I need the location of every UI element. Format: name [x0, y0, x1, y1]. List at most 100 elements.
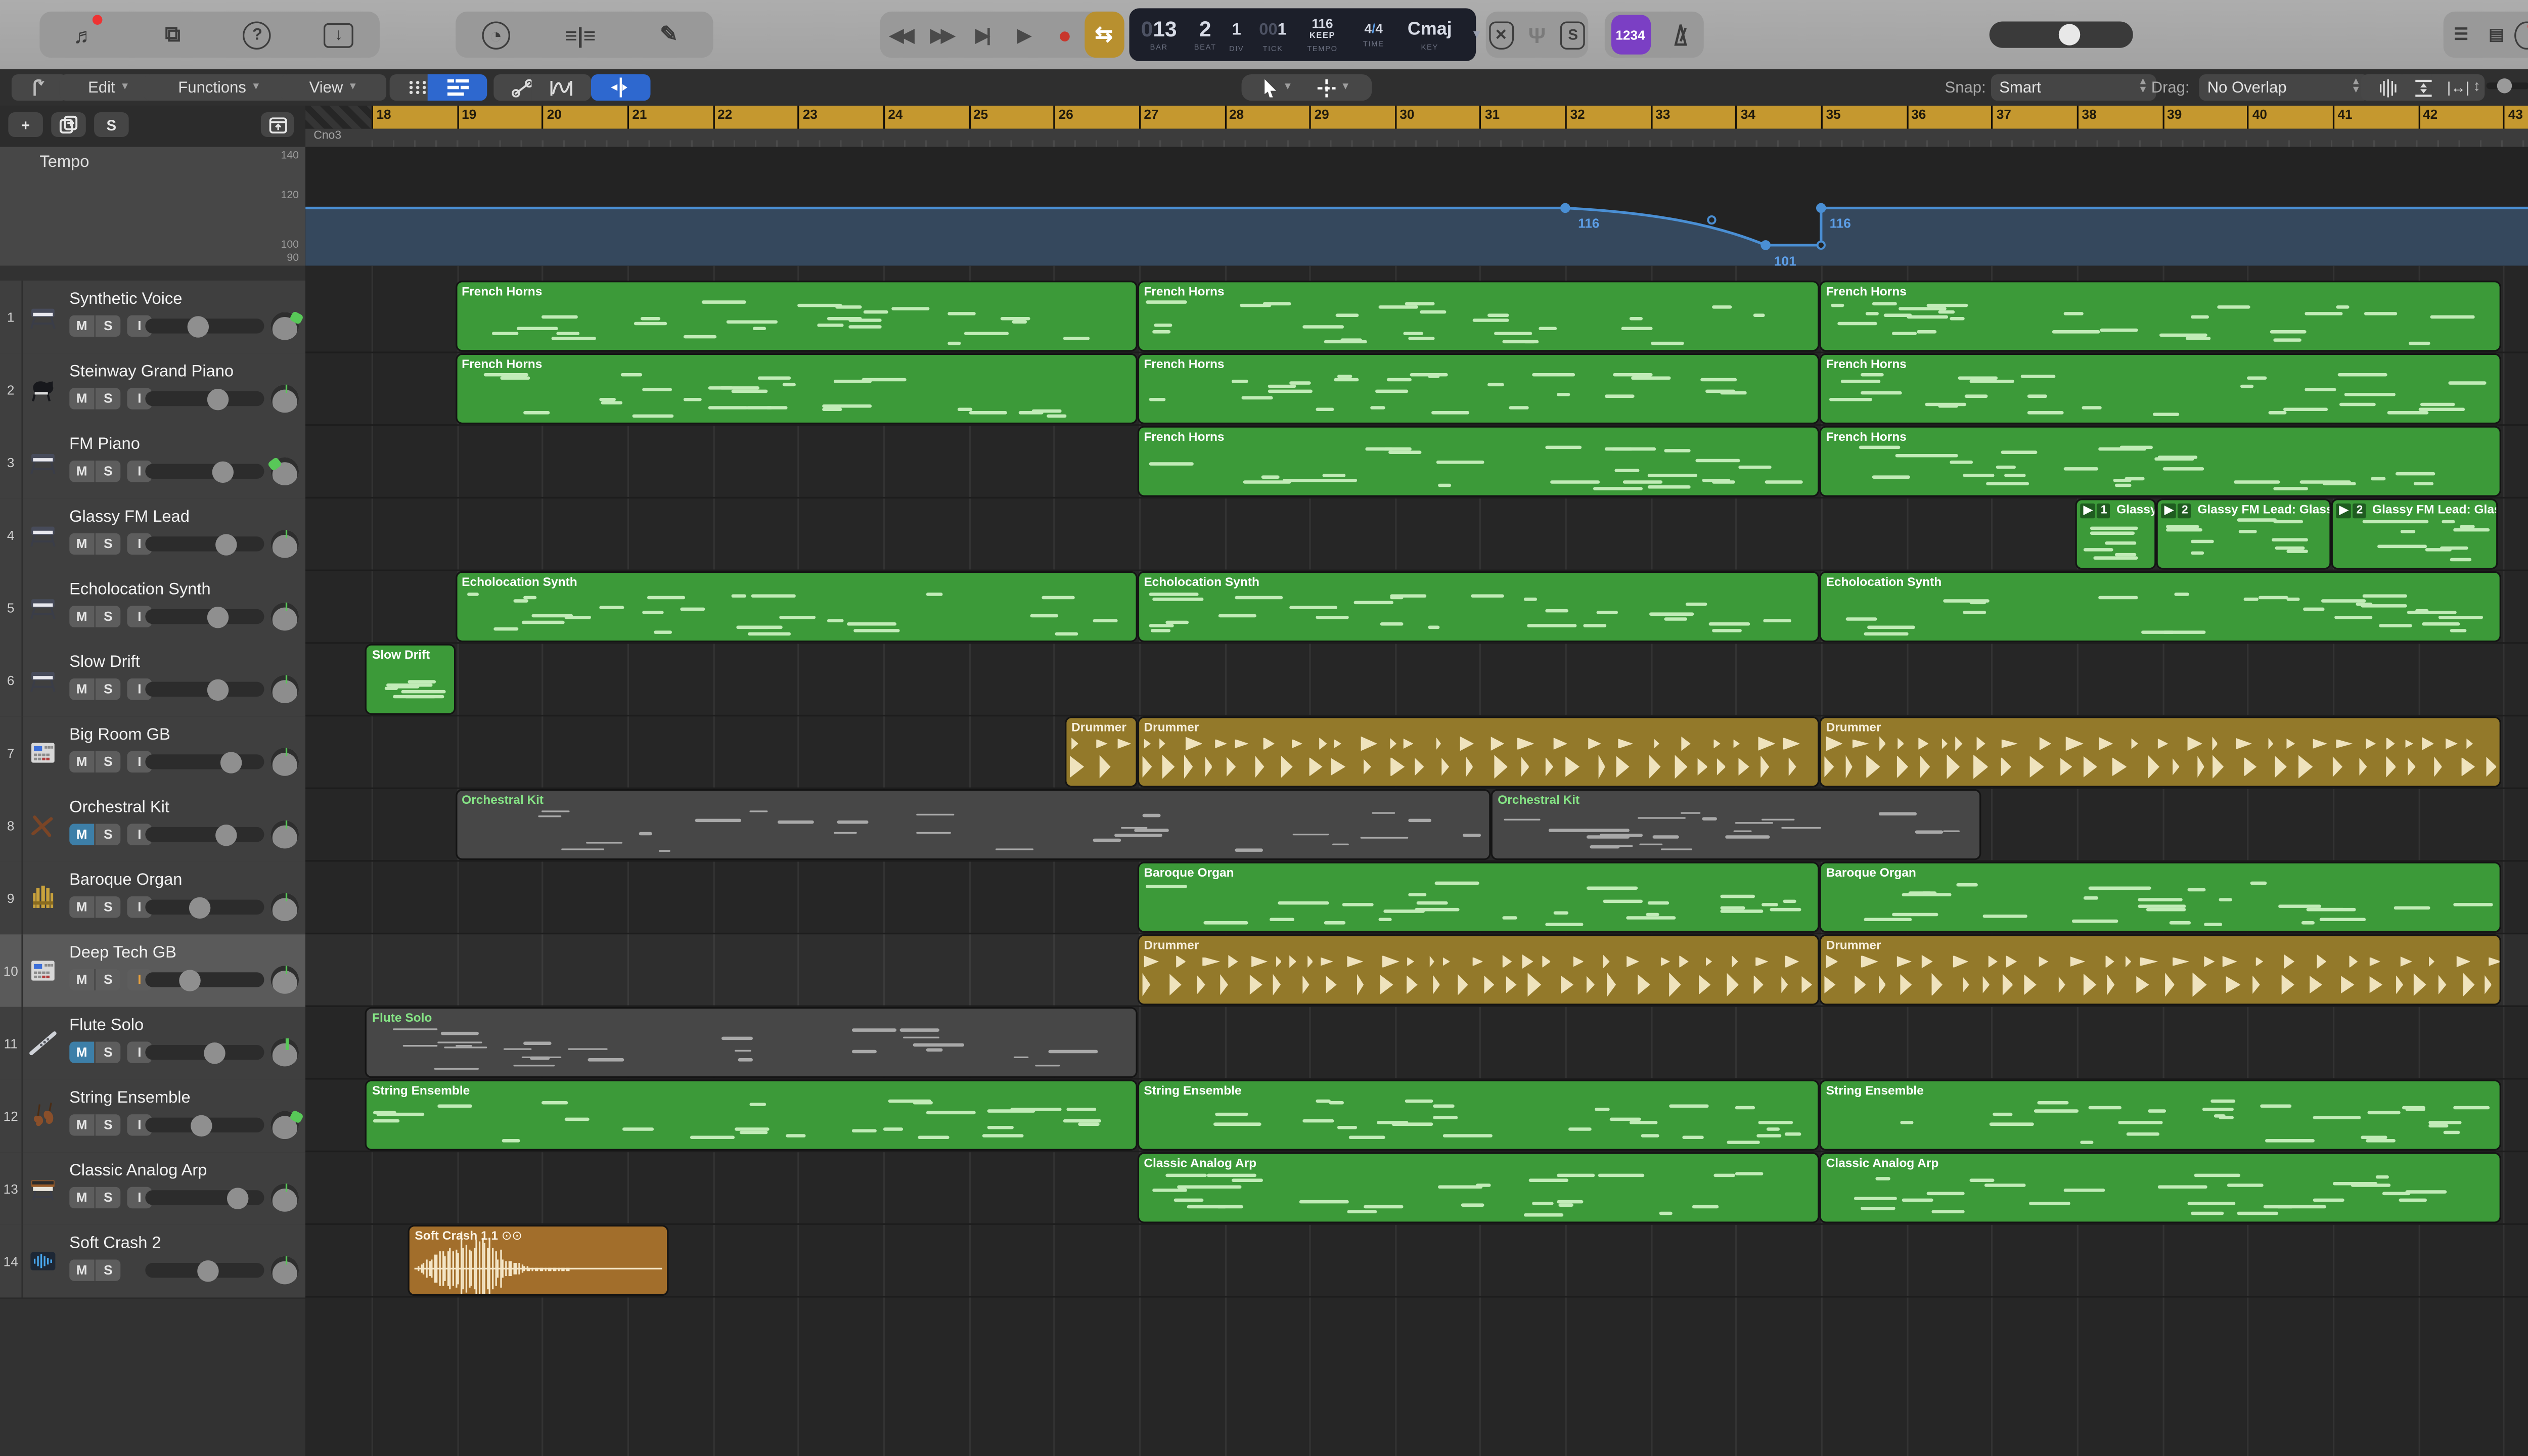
lcd-tick[interactable]: 001 TICK — [1251, 8, 1294, 61]
no-input-monitor-icon[interactable]: ✕ — [1488, 21, 1513, 49]
region[interactable]: Slow Drift — [367, 645, 454, 712]
loop-browser-icon[interactable] — [2514, 21, 2528, 49]
volume-slider[interactable] — [145, 609, 264, 624]
track-name[interactable]: Baroque Organ — [69, 872, 182, 890]
ruler-bar-number[interactable]: 26 — [1054, 106, 1142, 129]
record-button[interactable]: ● — [1044, 12, 1083, 58]
ruler-bar-number[interactable]: 32 — [1565, 106, 1654, 129]
play-button[interactable]: ▶ — [1003, 12, 1042, 58]
ruler-bar-number[interactable]: 25 — [968, 106, 1057, 129]
lcd-display[interactable]: 013 BAR 2 BEAT 1 DIV 001 TICK 116 KEEP T… — [1129, 8, 1476, 61]
track-header[interactable]: 8 Orchestral Kit M S I — [0, 789, 305, 863]
lcd-key[interactable]: Cmaj KEY — [1396, 8, 1463, 61]
region[interactable]: French Horns — [1821, 354, 2500, 422]
note-pads-icon[interactable]: ▤ — [2479, 17, 2514, 53]
ruler-bar-number[interactable]: 18 — [372, 106, 460, 129]
volume-slider[interactable] — [145, 391, 264, 406]
ruler-bar-number[interactable]: 27 — [1139, 106, 1228, 129]
region[interactable]: French Horns — [1821, 427, 2500, 494]
region[interactable]: Drummer — [1139, 935, 1818, 1003]
track-name[interactable]: String Ensemble — [69, 1089, 191, 1108]
tuner-fork-icon[interactable]: Ψ — [1519, 17, 1555, 53]
region[interactable]: Orchestral Kit — [1493, 790, 1979, 857]
mute-button[interactable]: M — [69, 824, 94, 845]
mute-button[interactable]: M — [69, 1114, 94, 1135]
solo-button[interactable]: S — [94, 896, 120, 918]
cycle-button[interactable]: ⇆ — [1084, 12, 1123, 58]
track-header[interactable]: 12 String Ensemble M S I — [0, 1080, 305, 1154]
track-header-config-button[interactable] — [261, 112, 294, 137]
solo-button[interactable]: S — [94, 388, 120, 409]
pan-knob[interactable] — [271, 748, 299, 776]
bar-ruler[interactable]: 1819202122232425262728293031323334353637… — [305, 106, 2528, 129]
track-name[interactable]: Synthetic Voice — [69, 291, 182, 309]
region[interactable]: Drummer — [1821, 717, 2500, 785]
pan-knob[interactable] — [271, 675, 299, 704]
track-header[interactable]: 14 Soft Crash 2 M S — [0, 1225, 305, 1299]
global-solo-button[interactable]: S — [94, 112, 129, 137]
mute-button[interactable]: M — [69, 1041, 94, 1063]
region[interactable]: Orchestral Kit — [457, 790, 1489, 857]
mute-button[interactable]: M — [69, 1187, 94, 1208]
command-click-tool-menu[interactable]: ▼ — [1296, 74, 1372, 101]
solo-button[interactable]: S — [94, 606, 120, 627]
ruler-bar-number[interactable]: 19 — [457, 106, 545, 129]
pan-knob[interactable] — [271, 893, 299, 922]
editors-pencil-icon[interactable]: ✎ — [651, 17, 687, 53]
region[interactable]: ▶2 Glassy FM Lead: Glassy — [2333, 499, 2496, 567]
region[interactable]: ▶1 Glassy F — [2077, 499, 2155, 567]
ruler-bar-number[interactable]: 22 — [712, 106, 801, 129]
volume-slider[interactable] — [145, 972, 264, 987]
region[interactable]: Soft Crash 1.1 ⊙⊙ — [410, 1225, 667, 1293]
region[interactable]: Echolocation Synth — [1821, 572, 2500, 640]
solo-button[interactable]: S — [94, 678, 120, 700]
track-header[interactable]: 10 Deep Tech GB M S I — [0, 934, 305, 1009]
metronome-icon[interactable] — [1662, 17, 1698, 53]
volume-slider[interactable] — [145, 682, 264, 697]
volume-slider[interactable] — [145, 827, 264, 842]
volume-slider[interactable] — [145, 1263, 264, 1278]
track-name[interactable]: Echolocation Synth — [69, 581, 211, 599]
mixer-icon[interactable]: ≡|≡ — [562, 17, 599, 53]
pan-knob[interactable] — [271, 603, 299, 631]
functions-menu[interactable]: Functions▼ — [144, 74, 295, 101]
ruler-bar-number[interactable]: 24 — [883, 106, 972, 129]
solo-button[interactable]: S — [94, 969, 120, 990]
pan-knob[interactable] — [271, 385, 299, 413]
ruler-bar-number[interactable]: 39 — [2162, 106, 2250, 129]
track-name[interactable]: Steinway Grand Piano — [69, 363, 234, 381]
region[interactable]: Echolocation Synth — [457, 572, 1136, 640]
track-header[interactable]: 7 Big Room GB M S I — [0, 716, 305, 791]
pan-knob[interactable] — [271, 457, 299, 485]
region[interactable]: Drummer — [1066, 717, 1136, 785]
region[interactable]: Baroque Organ — [1139, 862, 1818, 930]
mute-button[interactable]: M — [69, 606, 94, 627]
drag-dropdown[interactable]: No Overlap▲▼ — [2199, 74, 2369, 101]
tempo-automation-lane[interactable]: 116101116 — [305, 147, 2528, 267]
vertical-zoom-slider[interactable]: ↕ — [2473, 77, 2528, 94]
ruler-bar-number[interactable]: 20 — [542, 106, 630, 129]
region[interactable]: ▶2 Glassy FM Lead: Glassy — [2158, 499, 2329, 567]
mute-button[interactable]: M — [69, 1259, 94, 1281]
region[interactable]: String Ensemble — [367, 1080, 1136, 1148]
ruler-bar-number[interactable]: 30 — [1395, 106, 1483, 129]
volume-slider[interactable] — [145, 536, 264, 551]
lcd-time-signature[interactable]: 4/4 TIME — [1350, 8, 1396, 61]
mute-button[interactable]: M — [69, 315, 94, 337]
solo-button[interactable]: S — [94, 751, 120, 772]
region[interactable]: Baroque Organ — [1821, 862, 2500, 930]
volume-slider[interactable] — [145, 754, 264, 769]
ruler-bar-number[interactable]: 28 — [1224, 106, 1313, 129]
volume-slider[interactable] — [145, 900, 264, 915]
solo-button[interactable]: S — [94, 824, 120, 845]
solo-button[interactable]: S — [94, 1041, 120, 1063]
track-header[interactable]: 4 Glassy FM Lead M S I — [0, 498, 305, 573]
ruler-bar-number[interactable]: 34 — [1736, 106, 1824, 129]
region[interactable]: French Horns — [1139, 427, 1818, 494]
pan-knob[interactable] — [271, 1111, 299, 1140]
region[interactable]: French Horns — [1139, 282, 1818, 349]
ruler-bar-number[interactable]: 33 — [1650, 106, 1739, 129]
smart-controls-icon[interactable]: ◔ — [482, 21, 510, 49]
track-name[interactable]: Orchestral Kit — [69, 799, 169, 817]
master-volume-thumb[interactable] — [2058, 24, 2080, 45]
